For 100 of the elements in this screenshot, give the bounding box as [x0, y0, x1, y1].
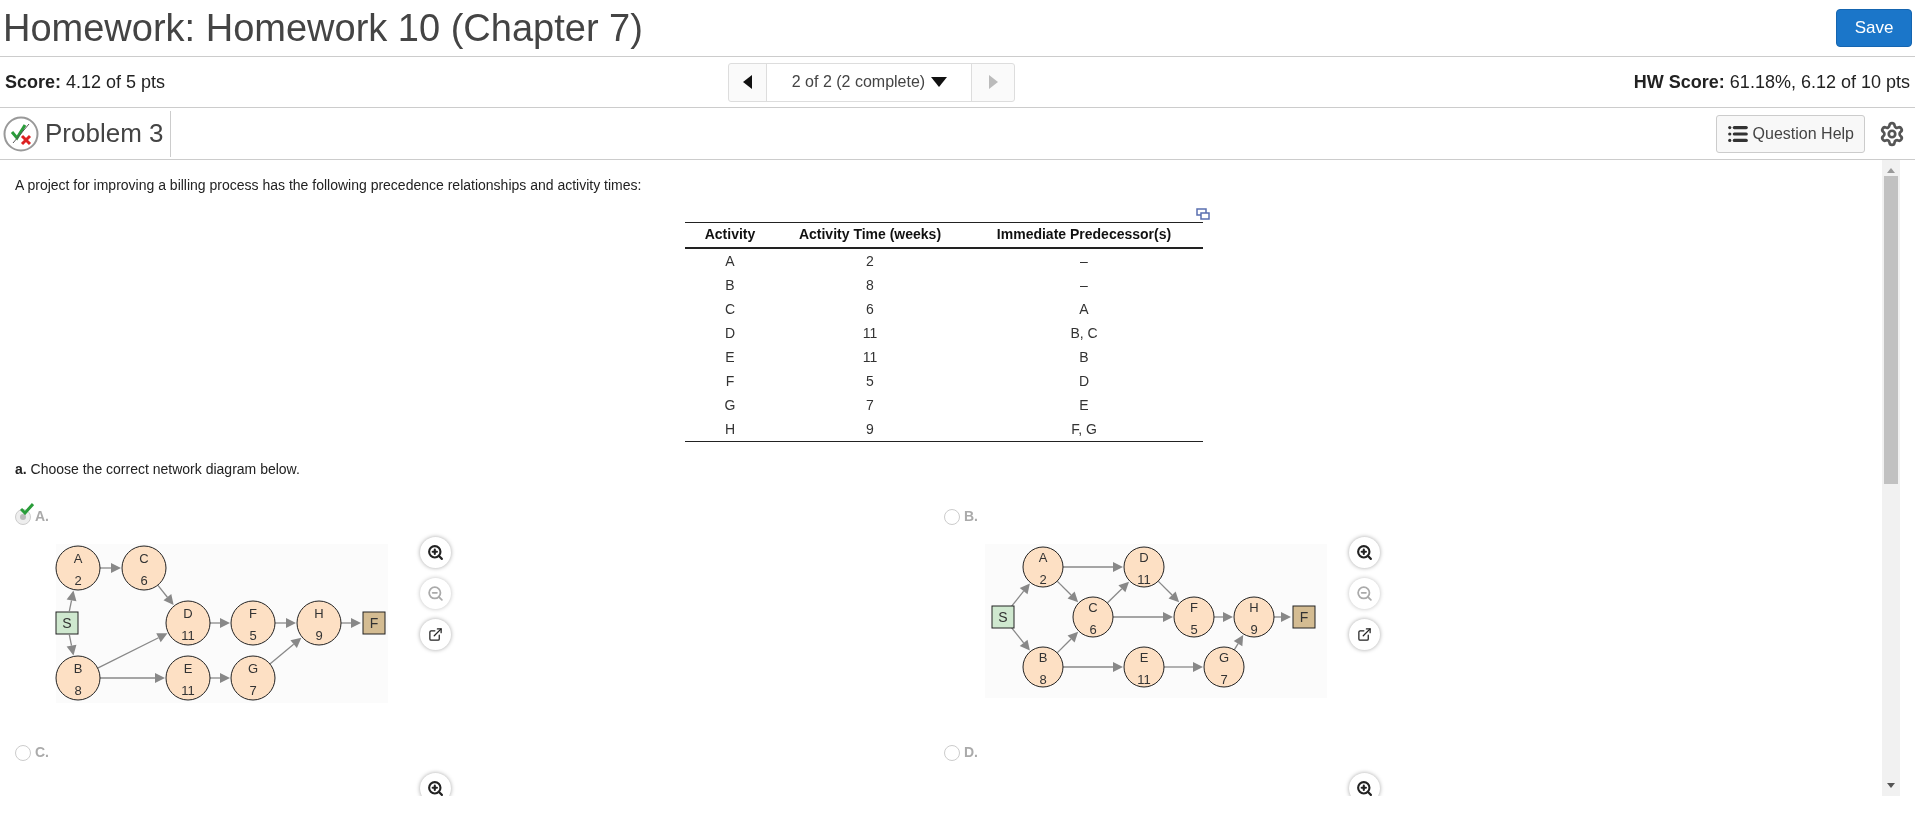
zoom-in-icon [1356, 779, 1373, 796]
table-cell: – [965, 247, 1203, 273]
arrow [269, 637, 302, 665]
node-duration: 9 [1250, 621, 1258, 637]
question-help-button[interactable]: Question Help [1715, 114, 1865, 153]
node-label: C [1088, 599, 1098, 615]
column-header: Activity Time (weeks) [775, 222, 965, 248]
node-label: S [62, 614, 72, 631]
zoom-out-button[interactable] [1349, 577, 1380, 609]
node-duration: 11 [181, 682, 195, 698]
arrow [1056, 580, 1079, 602]
scroll-up-arrow-icon[interactable] [1887, 168, 1895, 173]
question-dropdown[interactable]: 2 of 2 (2 complete) [767, 63, 973, 101]
zoom-in-button[interactable] [1349, 772, 1380, 796]
zoom-in-button[interactable] [420, 536, 451, 568]
activity-node [55, 545, 101, 590]
settings-icon[interactable] [1879, 120, 1905, 147]
zoom-out-icon [427, 584, 444, 602]
arrow [1157, 580, 1180, 602]
radio-button[interactable] [944, 508, 960, 525]
node-duration: 11 [1137, 671, 1151, 687]
open-external-button[interactable] [420, 618, 451, 650]
option-label: B. [964, 507, 978, 526]
table-cell-text: D [1077, 371, 1091, 391]
popup-window-icon[interactable] [1196, 208, 1210, 220]
arrow [1106, 581, 1129, 604]
arrow [1062, 661, 1123, 672]
zoom-in-icon [427, 543, 444, 561]
option-row[interactable]: C. [15, 741, 49, 764]
option-label: C. [35, 743, 49, 762]
activity-node [1233, 596, 1275, 637]
table-cell-text: B, C [1069, 323, 1099, 343]
part-a-prompt: a. Choose the correct network diagram below. [15, 459, 301, 479]
table-cell-text: 5 [865, 371, 875, 391]
scroll-down-arrow-icon[interactable] [1887, 783, 1895, 788]
radio-button[interactable] [944, 744, 960, 761]
activity-node [230, 600, 276, 645]
arrow [1112, 611, 1173, 622]
open-external-button[interactable] [1349, 618, 1380, 650]
zoom-in-button[interactable] [1349, 536, 1380, 568]
node-label: C [139, 550, 149, 566]
node-label: F [369, 614, 379, 631]
table-cell-text: 8 [865, 275, 875, 295]
activity-node [1022, 546, 1064, 587]
scrollbar[interactable] [1882, 160, 1900, 796]
node-duration: 5 [249, 627, 257, 643]
node-label: H [314, 605, 324, 621]
hw-score-text: HW Score: 61.18%, 6.12 of 10 pts [1633, 70, 1910, 94]
activity-node [1022, 646, 1064, 687]
arrow [209, 672, 230, 683]
node-label: G [247, 660, 259, 676]
activity-node [55, 655, 101, 700]
arrow [157, 584, 174, 605]
start-node [55, 611, 79, 634]
option-row[interactable]: D. [944, 741, 978, 764]
table-cell-text: E [724, 347, 736, 367]
column-header: Activity [685, 222, 775, 248]
radio-button[interactable] [15, 744, 31, 761]
problem-title: Problem 3 [45, 110, 171, 157]
activity-node [165, 655, 211, 700]
zoom-in-icon [1356, 543, 1373, 561]
zoom-out-button[interactable] [420, 577, 451, 609]
start-node [991, 605, 1015, 628]
save-button[interactable]: Save [1836, 9, 1912, 47]
zoom-in-button[interactable] [420, 772, 451, 796]
option-label: A. [35, 507, 49, 526]
node-label: E [1139, 649, 1149, 665]
node-label: F [1299, 608, 1309, 625]
node-duration: 5 [1190, 621, 1198, 637]
arrow [1009, 582, 1030, 608]
arrow [209, 617, 230, 628]
activity-node [1072, 596, 1114, 637]
option-label: D. [964, 743, 978, 762]
node-label: A [73, 550, 83, 566]
arrow [66, 590, 77, 612]
arrow [1056, 631, 1079, 653]
external-link-icon [428, 626, 443, 642]
table-cell: A [685, 247, 775, 273]
finish-node [362, 611, 386, 634]
table-cell-text: 6 [865, 299, 875, 319]
left-triangle-icon [742, 75, 753, 89]
activity-node [165, 600, 211, 645]
node-duration: 8 [74, 682, 82, 698]
node-label: H [1249, 599, 1259, 615]
option-row[interactable]: B. [944, 505, 978, 528]
arrow [1233, 634, 1244, 650]
score-text: Score: 4.12 of 5 pts [5, 70, 166, 94]
column-header: Immediate Predecessor(s) [965, 222, 1203, 248]
activity-node [1173, 596, 1215, 637]
table-cell-text: 7 [865, 395, 875, 415]
option-row[interactable]: A. [15, 505, 49, 528]
activity-node [1123, 646, 1165, 687]
arrow [1213, 611, 1233, 622]
node-duration: 2 [74, 572, 82, 588]
partial-credit-icon [3, 115, 39, 152]
table-cell-text: 11 [861, 323, 879, 343]
node-label: F [1190, 599, 1198, 615]
activity-node [121, 545, 167, 590]
node-label: S [998, 608, 1008, 625]
arrow [99, 672, 165, 683]
